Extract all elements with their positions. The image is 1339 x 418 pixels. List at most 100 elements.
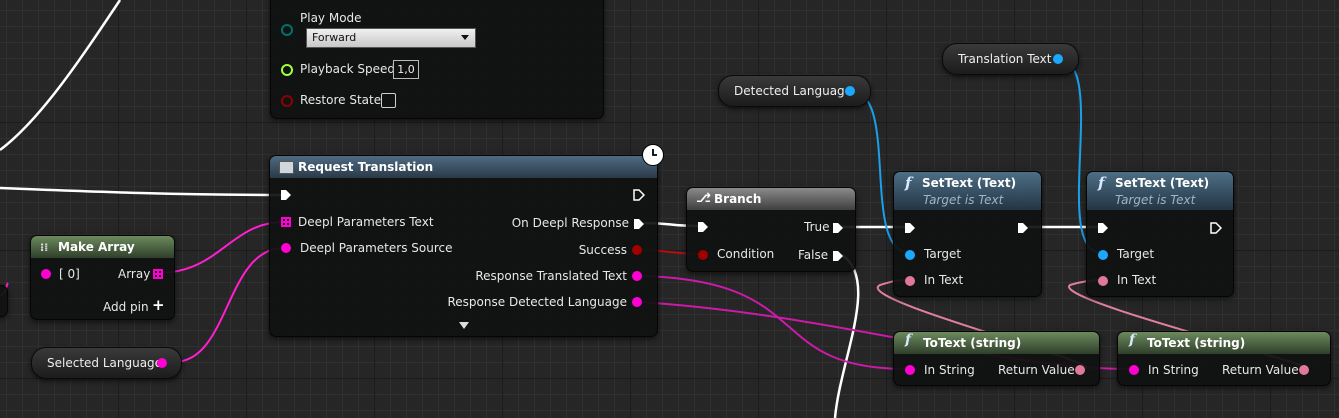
branch-true-label: True	[804, 220, 830, 234]
make-array-out-pin[interactable]	[153, 269, 163, 279]
settext-2-exec-in-pin[interactable]	[1097, 222, 1109, 234]
branch-header[interactable]: ⎇ Branch	[687, 188, 855, 210]
detected-language-label: Detected Language	[734, 84, 853, 98]
function-icon: f	[905, 332, 912, 348]
timeline-node[interactable]: Play Mode Forward Playback Speed 1,0 Res…	[270, 0, 604, 119]
async-node-icon	[279, 161, 294, 174]
settext-2-in-text-pin[interactable]	[1098, 276, 1108, 286]
totext-1-in-string-pin[interactable]	[905, 365, 915, 375]
string-wire	[173, 247, 285, 363]
branch-true-pin[interactable]	[832, 222, 844, 234]
settext-1-target-label: Target	[924, 247, 962, 261]
selected-language-pin[interactable]	[157, 358, 167, 368]
totext-2-in-string-label: In String	[1148, 363, 1199, 377]
response-translated-text-label: Response Translated Text	[475, 269, 627, 283]
offscreen-node-edge	[0, 285, 8, 317]
string-wire	[639, 275, 911, 371]
make-array-node[interactable]: ⁝⁞ Make Array [ 0] Array Add pin +	[30, 235, 175, 320]
exec-out-pin[interactable]	[633, 189, 645, 201]
settext-1-subtitle: Target is Text	[923, 193, 1004, 207]
settext-1-target-pin[interactable]	[905, 250, 915, 260]
deepl-source-pin[interactable]	[281, 243, 291, 253]
plus-icon[interactable]: +	[152, 296, 165, 314]
detected-language-node[interactable]: Detected Language	[718, 75, 871, 107]
make-array-out-label: Array	[118, 267, 151, 281]
response-detected-language-pin[interactable]	[632, 297, 642, 307]
totext-node-1[interactable]: f ToText (string) In String Return Value	[893, 331, 1100, 386]
playback-speed-label: Playback Speed	[300, 62, 395, 76]
playback-speed-pin[interactable]	[281, 64, 293, 76]
totext-1-return-pin[interactable]	[1075, 365, 1085, 375]
make-array-in-label: [ 0]	[59, 267, 80, 281]
totext-node-2[interactable]: f ToText (string) In String Return Value	[1117, 331, 1331, 386]
detected-language-pin[interactable]	[845, 86, 855, 96]
totext-2-title: ToText (string)	[1147, 336, 1246, 350]
translation-text-pin[interactable]	[1053, 54, 1063, 64]
settext-1-in-text-pin[interactable]	[905, 276, 915, 286]
branch-node[interactable]: ⎇ Branch True Condition False	[686, 187, 856, 272]
totext-1-return-label: Return Value	[998, 363, 1075, 377]
add-pin-label[interactable]: Add pin	[103, 300, 149, 314]
settext-1-exec-out-pin[interactable]	[1017, 222, 1029, 234]
make-array-header[interactable]: ⁝⁞ Make Array	[31, 236, 174, 258]
exec-wire	[0, 0, 122, 151]
totext-2-in-string-pin[interactable]	[1129, 365, 1139, 375]
restore-state-pin[interactable]	[281, 95, 293, 107]
on-deepl-response-pin[interactable]	[633, 218, 645, 230]
expand-arrow-icon[interactable]	[459, 322, 469, 329]
settext-2-header[interactable]: f SetText (Text) Target is Text	[1087, 172, 1233, 210]
branch-false-label: False	[798, 248, 829, 262]
make-array-in-pin[interactable]	[41, 269, 51, 279]
selected-language-node[interactable]: Selected Language	[31, 347, 182, 379]
settext-node-2[interactable]: f SetText (Text) Target is Text Target I…	[1086, 171, 1234, 297]
totext-1-in-string-label: In String	[924, 363, 975, 377]
latent-clock-icon	[642, 144, 664, 166]
play-mode-pin[interactable]	[281, 24, 293, 36]
request-translation-node[interactable]: Request Translation Deepl Parameters Tex…	[269, 155, 658, 337]
response-detected-language-label: Response Detected Language	[447, 295, 628, 309]
settext-2-target-label: Target	[1117, 247, 1155, 261]
settext-1-in-text-label: In Text	[924, 273, 964, 287]
play-mode-value: Forward	[312, 31, 357, 44]
totext-2-header[interactable]: f ToText (string)	[1118, 332, 1330, 354]
settext-2-title: SetText (Text)	[1115, 176, 1210, 190]
selected-language-label: Selected Language	[47, 356, 163, 370]
deepl-text-array-pin[interactable]	[281, 217, 291, 227]
totext-1-header[interactable]: f ToText (string)	[894, 332, 1099, 354]
response-translated-text-pin[interactable]	[632, 271, 642, 281]
settext-1-title: SetText (Text)	[922, 176, 1017, 190]
settext-1-exec-in-pin[interactable]	[904, 222, 916, 234]
make-array-title: Make Array	[58, 240, 135, 254]
branch-exec-in-pin[interactable]	[697, 221, 709, 233]
request-translation-header[interactable]: Request Translation	[270, 156, 657, 178]
restore-state-checkbox[interactable]	[381, 93, 396, 108]
settext-1-header[interactable]: f SetText (Text) Target is Text	[894, 172, 1041, 210]
function-icon: f	[1129, 332, 1136, 348]
settext-2-subtitle: Target is Text	[1115, 193, 1196, 207]
totext-2-return-label: Return Value	[1222, 363, 1299, 377]
on-deepl-response-label: On Deepl Response	[511, 216, 629, 230]
settext-node-1[interactable]: f SetText (Text) Target is Text Target I…	[893, 171, 1042, 297]
exec-wire	[0, 186, 285, 197]
branch-false-pin[interactable]	[832, 250, 844, 262]
function-icon: f	[905, 174, 912, 192]
totext-1-title: ToText (string)	[923, 336, 1022, 350]
branch-condition-pin[interactable]	[698, 250, 708, 260]
make-array-icon: ⁝⁞	[40, 241, 49, 254]
branch-condition-label: Condition	[717, 247, 775, 261]
deepl-text-label: Deepl Parameters Text	[298, 215, 434, 229]
success-pin[interactable]	[632, 245, 642, 255]
restore-state-label: Restore State	[300, 93, 382, 107]
settext-2-in-text-label: In Text	[1117, 273, 1157, 287]
play-mode-dropdown[interactable]: Forward	[306, 28, 476, 48]
branch-icon: ⎇	[696, 191, 711, 206]
translation-text-label: Translation Text	[958, 52, 1052, 66]
totext-2-return-pin[interactable]	[1299, 365, 1309, 375]
exec-in-pin[interactable]	[280, 189, 292, 201]
settext-2-target-pin[interactable]	[1098, 250, 1108, 260]
translation-text-node[interactable]: Translation Text	[942, 43, 1079, 75]
function-icon: f	[1098, 174, 1105, 192]
success-label: Success	[578, 243, 627, 257]
playback-speed-input[interactable]: 1,0	[393, 60, 419, 79]
settext-2-exec-out-pin[interactable]	[1210, 222, 1222, 234]
